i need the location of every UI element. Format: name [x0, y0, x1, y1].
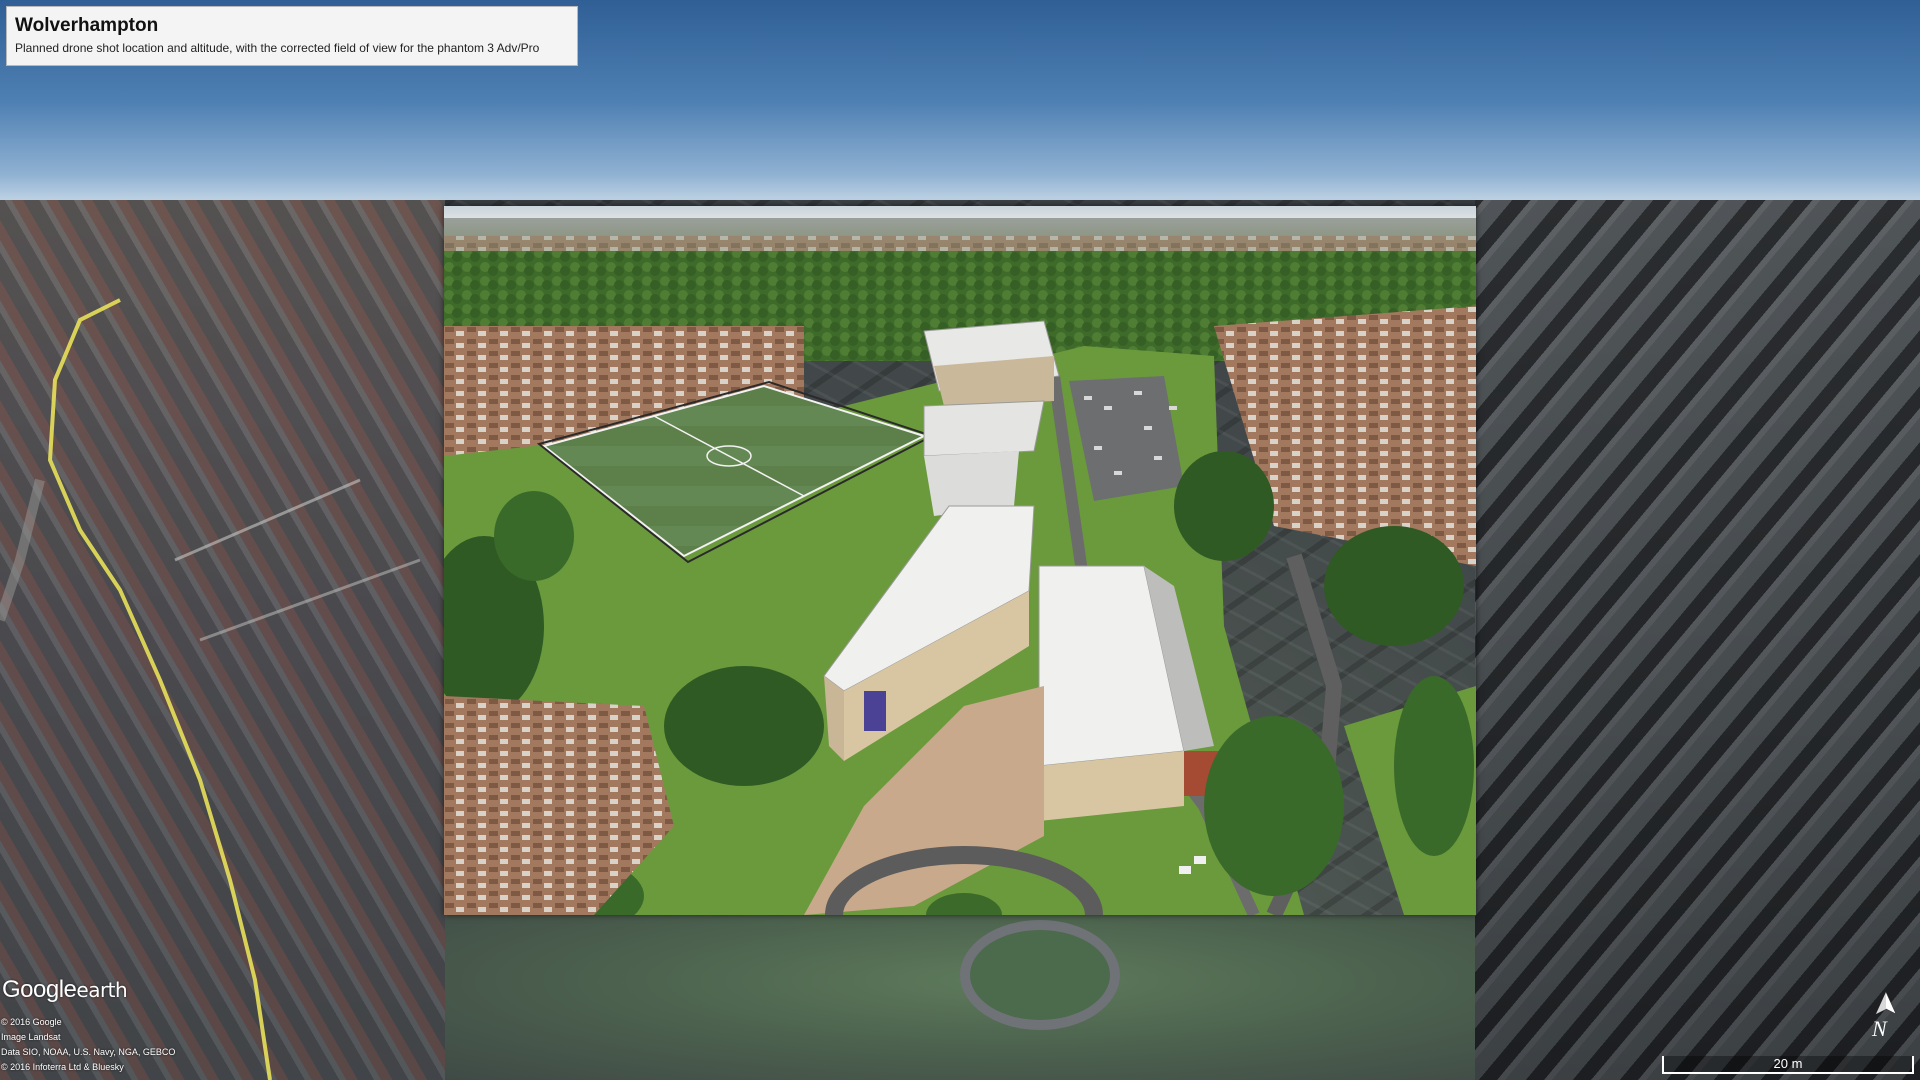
attribution-line: © 2016 Google [1, 1017, 62, 1027]
tour-info-box: Wolverhampton Planned drone shot locatio… [6, 6, 578, 66]
compass-label: N [1871, 1016, 1888, 1040]
logo-earth: earth [76, 978, 128, 1002]
scale-label: 20 m [1773, 1056, 1803, 1071]
attribution-line: Data SIO, NOAA, U.S. Navy, NGA, GEBCO [1, 1047, 176, 1057]
terrain-left-houses [0, 200, 445, 1080]
compass[interactable]: N [1862, 990, 1902, 1041]
info-title: Wolverhampton [15, 15, 159, 36]
attribution: © 2016 Google Image Landsat Data SIO, NO… [1, 1015, 175, 1075]
drone-photo-overlay[interactable] [444, 206, 1476, 915]
terrain-foreground [445, 915, 1475, 1080]
logo-google: Google [2, 976, 77, 1003]
north-arrow-icon[interactable]: N [1862, 990, 1902, 1041]
terrain-right-houses [1475, 200, 1920, 1080]
info-description: Planned drone shot location and altitude… [15, 41, 540, 55]
google-earth-viewport[interactable]: Wolverhampton Planned drone shot locatio… [0, 0, 1920, 1080]
scale-bar: 20 m [1662, 1056, 1914, 1074]
roundabout-terrain [960, 920, 1120, 1030]
google-earth-logo: Googleearth [2, 976, 128, 1004]
attribution-line: Image Landsat [1, 1032, 61, 1042]
attribution-line: © 2016 Infoterra Ltd & Bluesky [1, 1062, 124, 1072]
